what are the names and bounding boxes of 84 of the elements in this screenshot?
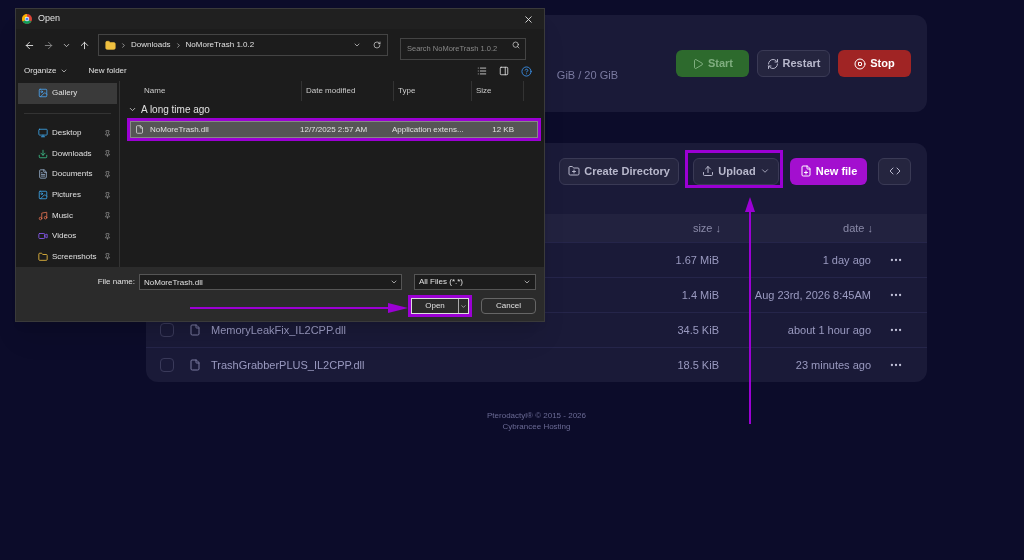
navigation-item[interactable]: Screenshots xyxy=(18,246,117,267)
file-size: 1.67 MiB xyxy=(674,252,719,268)
navigation-item[interactable]: Music xyxy=(18,205,117,226)
chevron-icon xyxy=(174,41,182,49)
navigation-item[interactable]: Gallery xyxy=(18,83,117,104)
place-icon xyxy=(38,210,48,221)
caret-icon xyxy=(759,166,770,176)
back-icon[interactable] xyxy=(24,39,35,51)
dialog-title: Open xyxy=(38,12,61,26)
action-icon xyxy=(691,57,704,70)
file-icon xyxy=(135,125,144,134)
disk-usage: GiB / 20 GiB xyxy=(556,68,618,84)
place-icon xyxy=(38,231,48,242)
create-directory-button[interactable]: Create Directory xyxy=(559,157,679,185)
action-icon xyxy=(766,57,779,70)
file-name-label: File name: xyxy=(97,276,135,288)
server-action-button[interactable]: Stop xyxy=(838,50,911,77)
preview-pane-icon[interactable] xyxy=(499,66,509,76)
new-folder-button[interactable]: New folder xyxy=(88,65,127,77)
breadcrumb-item[interactable]: Downloads xyxy=(131,39,171,51)
place-icon xyxy=(38,128,48,139)
column-header[interactable]: Name xyxy=(124,81,302,101)
open-button[interactable]: Open xyxy=(411,298,469,314)
code-icon xyxy=(888,165,901,177)
search-icon xyxy=(512,41,520,49)
browser-logo-icon xyxy=(22,14,32,24)
organize-menu[interactable]: Organize xyxy=(24,65,69,77)
up-icon[interactable] xyxy=(79,39,90,51)
upload-button[interactable]: Upload xyxy=(693,157,779,185)
file-size: 1.4 MiB xyxy=(680,287,719,303)
file-row[interactable]: NoMoreTrash.dll 12/7/2025 2:57 AM Application extens... 12 KB xyxy=(130,121,538,138)
chevron-icon xyxy=(120,41,127,49)
place-icon xyxy=(38,190,48,201)
caret-icon xyxy=(390,278,398,286)
refresh-icon[interactable] xyxy=(373,41,381,49)
place-icon xyxy=(38,169,48,180)
folder-plus-icon xyxy=(568,165,581,177)
cancel-button[interactable]: Cancel xyxy=(481,298,536,314)
new-file-button[interactable]: New file xyxy=(790,157,867,185)
file-size: 34.5 KiB xyxy=(676,322,719,338)
server-action-button[interactable]: Restart xyxy=(757,50,830,77)
file-date: 1 day ago xyxy=(821,252,871,268)
close-icon[interactable] xyxy=(523,13,534,25)
caret-icon[interactable] xyxy=(353,41,361,49)
navigation-item[interactable]: Downloads xyxy=(18,143,117,165)
address-bar[interactable]: Downloads NoMoreTrash 1.0.2 xyxy=(98,34,388,56)
file-name[interactable]: TrashGrabberPLUS_IL2CPP.dll xyxy=(211,358,365,371)
breadcrumb-item[interactable]: NoMoreTrash 1.0.2 xyxy=(185,39,255,51)
file-date: 23 minutes ago xyxy=(794,357,871,373)
file-name-field[interactable]: NoMoreTrash.dll xyxy=(139,274,402,290)
navigation-item[interactable]: Pictures xyxy=(18,184,117,206)
row-checkbox[interactable] xyxy=(160,358,174,372)
navigation-item[interactable]: Documents xyxy=(18,164,117,185)
column-header[interactable]: Date modified xyxy=(302,81,394,101)
footer-text: Pterodactyl® © 2015 - 2026 xyxy=(487,410,586,421)
folder-icon xyxy=(105,39,116,51)
upload-icon xyxy=(702,165,715,177)
caret-icon xyxy=(523,278,531,286)
place-icon xyxy=(38,88,48,99)
row-checkbox[interactable] xyxy=(160,323,174,337)
column-header[interactable]: Type xyxy=(394,81,472,101)
column-header[interactable]: size ↓ xyxy=(636,219,721,237)
list-view-icon[interactable] xyxy=(477,66,487,76)
group-heading: A long time ago xyxy=(141,102,210,117)
file-type-select[interactable]: All Files (*.*) xyxy=(414,274,536,290)
file-icon xyxy=(189,359,201,371)
navigation-item[interactable]: Videos xyxy=(18,225,117,247)
place-icon xyxy=(38,251,48,262)
file-plus-icon xyxy=(799,165,812,177)
help-icon[interactable] xyxy=(521,65,532,77)
column-header[interactable]: date ↓ xyxy=(721,219,873,237)
file-name[interactable]: MemoryLeakFix_IL2CPP.dll xyxy=(211,323,346,336)
file-date: Aug 23rd, 2026 8:45AM xyxy=(753,287,871,303)
navigation-item[interactable]: Desktop xyxy=(18,123,117,144)
action-icon xyxy=(854,57,867,70)
file-size: 18.5 KiB xyxy=(676,357,719,373)
caret-icon xyxy=(460,302,467,310)
place-icon xyxy=(38,148,48,159)
file-date: about 1 hour ago xyxy=(786,322,871,338)
caret-icon xyxy=(60,67,69,75)
footer-text: Cybrancee Hosting xyxy=(502,421,571,432)
column-header[interactable]: Size xyxy=(472,81,524,101)
file-icon xyxy=(189,324,201,336)
forward-icon[interactable] xyxy=(43,39,54,51)
